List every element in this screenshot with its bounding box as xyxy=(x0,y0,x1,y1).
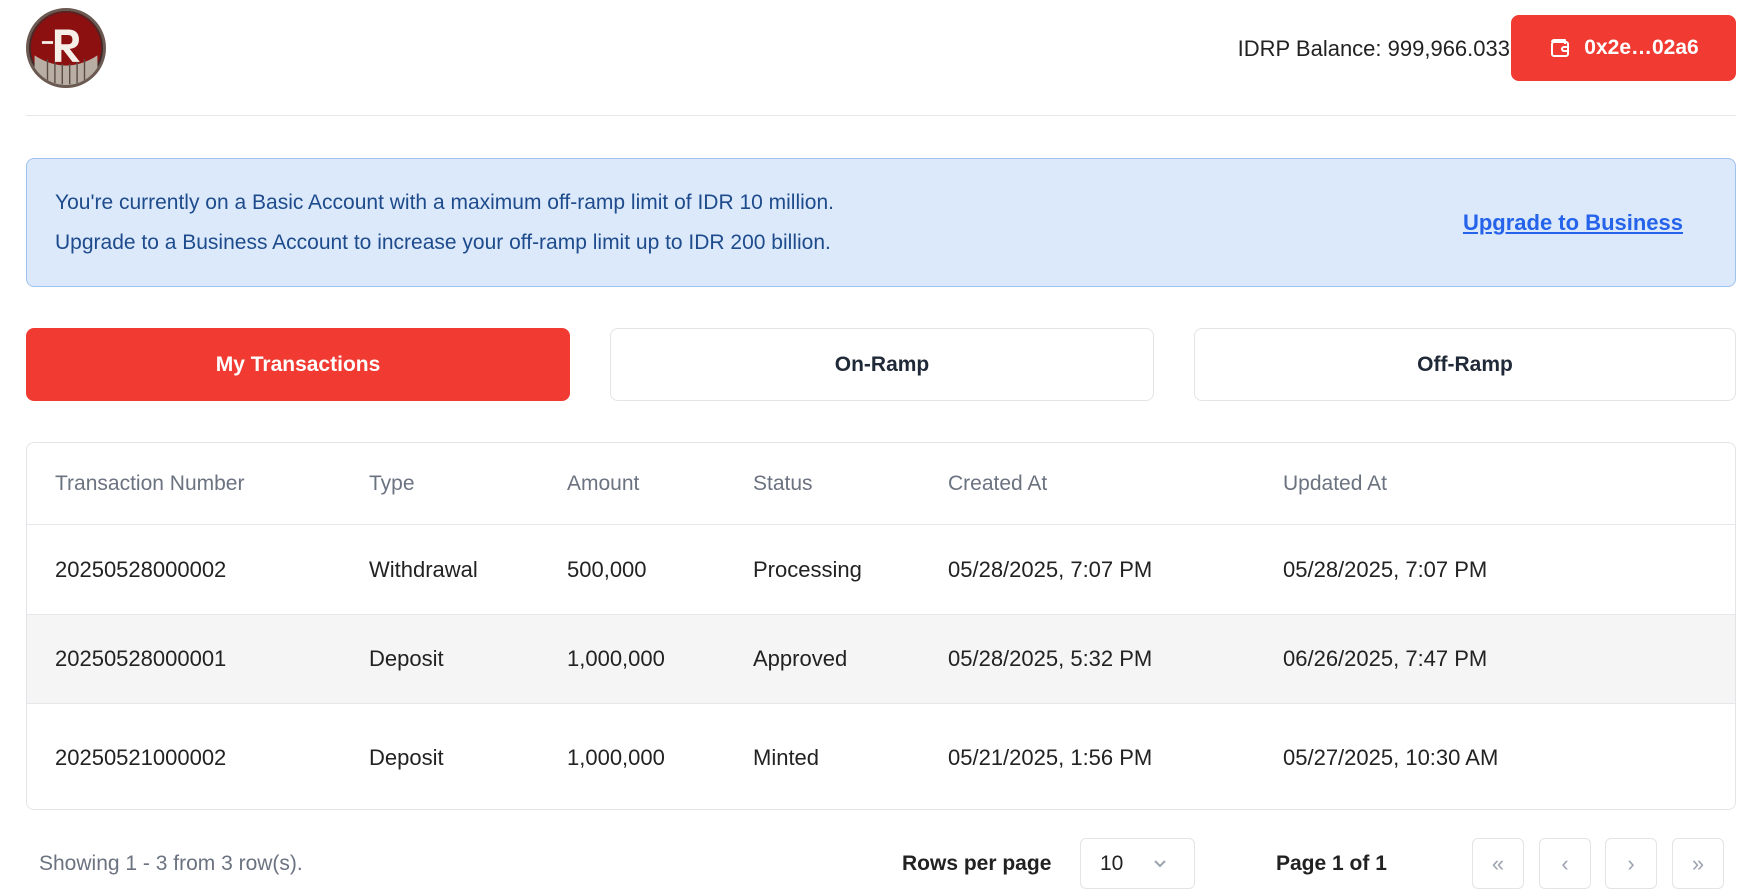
rows-per-page-value: 10 xyxy=(1100,851,1124,875)
table-row[interactable]: 20250528000002 Withdrawal 500,000 Proces… xyxy=(27,525,1735,615)
wallet-address: 0x2e…02a6 xyxy=(1584,36,1699,59)
banner-text-line2: Upgrade to a Business Account to increas… xyxy=(55,231,831,254)
column-header-updated-at: Updated At xyxy=(1283,471,1387,495)
next-page-button[interactable]: › xyxy=(1605,838,1657,889)
first-page-button[interactable]: « xyxy=(1472,838,1524,889)
cell-transaction-number: 20250528000002 xyxy=(55,556,227,582)
cell-type: Deposit xyxy=(369,646,444,671)
column-header-amount: Amount xyxy=(567,471,640,495)
cell-amount: 500,000 xyxy=(567,556,647,582)
wallet-icon xyxy=(1551,39,1570,57)
tab-my-transactions[interactable]: My Transactions xyxy=(26,328,570,401)
table-row[interactable]: 20250528000001 Deposit 1,000,000 Approve… xyxy=(27,615,1735,704)
header-divider xyxy=(26,115,1736,116)
column-header-transaction-number: Transaction Number xyxy=(55,471,245,495)
cell-amount: 1,000,000 xyxy=(567,646,665,671)
chevron-right-icon: › xyxy=(1627,850,1635,876)
wallet-button[interactable]: 0x2e…02a6 xyxy=(1511,15,1736,81)
cell-transaction-number: 20250521000002 xyxy=(55,744,227,770)
idrp-balance: IDRP Balance: 999,966.033 xyxy=(1237,36,1510,61)
cell-status: Processing xyxy=(753,556,862,582)
cell-type: Deposit xyxy=(369,744,444,770)
cell-status: Approved xyxy=(753,646,848,671)
column-header-type: Type xyxy=(369,471,415,495)
tab-on-ramp[interactable]: On-Ramp xyxy=(610,328,1154,401)
last-page-button[interactable]: » xyxy=(1672,838,1724,889)
upgrade-to-business-link[interactable]: Upgrade to Business xyxy=(1463,210,1683,236)
cell-created-at: 05/21/2025, 1:56 PM xyxy=(948,744,1153,770)
rows-per-page-select[interactable]: 10 xyxy=(1080,838,1195,889)
column-header-status: Status xyxy=(753,471,813,495)
previous-page-button[interactable]: ‹ xyxy=(1539,838,1591,889)
logo-emblem-icon xyxy=(30,12,102,85)
table-header-row: Transaction Number Type Amount Status Cr… xyxy=(27,443,1735,525)
header: IDRP Balance: 999,966.033 0x2e…02a6 xyxy=(0,0,1744,116)
banner-text-line1: You're currently on a Basic Account with… xyxy=(55,191,834,214)
cell-type: Withdrawal xyxy=(369,556,478,582)
cell-amount: 1,000,000 xyxy=(567,744,665,770)
table-row[interactable]: 20250521000002 Deposit 1,000,000 Minted … xyxy=(27,704,1735,809)
tab-off-ramp[interactable]: Off-Ramp xyxy=(1194,328,1736,401)
cell-updated-at: 05/27/2025, 10:30 AM xyxy=(1283,744,1499,770)
cell-updated-at: 05/28/2025, 7:07 PM xyxy=(1283,556,1488,582)
double-chevron-right-icon: » xyxy=(1691,850,1705,876)
column-header-created-at: Created At xyxy=(948,471,1048,495)
cell-updated-at: 06/26/2025, 7:47 PM xyxy=(1283,646,1488,671)
double-chevron-left-icon: « xyxy=(1491,850,1505,876)
upgrade-banner: You're currently on a Basic Account with… xyxy=(26,158,1736,287)
cell-status: Minted xyxy=(753,744,820,770)
pagination-summary: Showing 1 - 3 from 3 row(s). xyxy=(39,852,303,875)
cell-transaction-number: 20250528000001 xyxy=(55,646,227,671)
cell-created-at: 05/28/2025, 5:32 PM xyxy=(948,646,1153,671)
rows-per-page-label: Rows per page xyxy=(902,852,1052,875)
cell-created-at: 05/28/2025, 7:07 PM xyxy=(948,556,1153,582)
chevron-left-icon: ‹ xyxy=(1561,850,1569,876)
page: IDRP Balance: 999,966.033 0x2e…02a6 You'… xyxy=(0,0,1744,889)
chevron-down-icon xyxy=(1154,860,1166,868)
page-indicator: Page 1 of 1 xyxy=(1276,852,1387,875)
transactions-table: Transaction Number Type Amount Status Cr… xyxy=(26,442,1736,810)
logo[interactable] xyxy=(26,8,106,88)
